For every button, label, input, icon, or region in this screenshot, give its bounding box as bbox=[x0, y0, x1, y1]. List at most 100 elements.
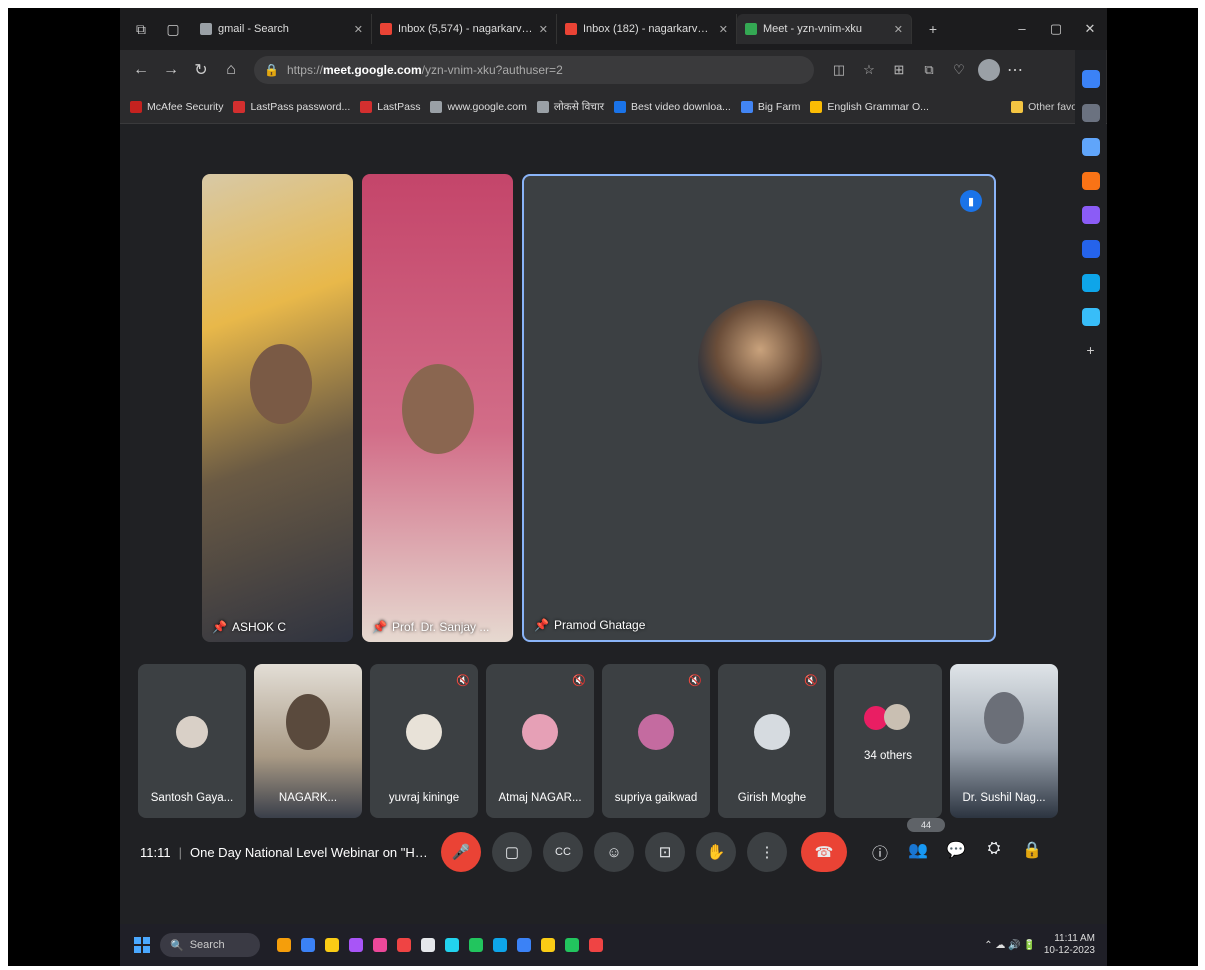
taskbar-search[interactable]: 🔍 Search bbox=[160, 933, 260, 957]
favorites-icon[interactable]: ☆ bbox=[854, 62, 884, 78]
pin-icon[interactable]: 📌 bbox=[534, 618, 549, 632]
video-tile-pramod[interactable]: ▮ 📌 Pramod Ghatage bbox=[522, 174, 996, 642]
games-icon[interactable] bbox=[1081, 172, 1100, 190]
captions-button[interactable]: CC bbox=[543, 832, 583, 872]
page-icon bbox=[536, 100, 549, 113]
app-icon[interactable] bbox=[325, 938, 339, 952]
split-screen-icon[interactable]: ◫ bbox=[824, 62, 854, 78]
chrome-icon[interactable] bbox=[589, 938, 603, 952]
tab-inbox-1[interactable]: Inbox (5,574) - nagarkarvandu@... ✕ bbox=[372, 14, 557, 44]
meet-stage: 📌 ASHOK C 📌 Prof. Dr. Sanjay ... ▮ 📌 Pramod… bbox=[120, 124, 1075, 966]
leave-call-button[interactable]: ☎ bbox=[801, 832, 847, 872]
favorites-bar: McAfee Security LastPass password... Las… bbox=[120, 90, 1107, 124]
raise-hand-button[interactable]: ✋ bbox=[696, 832, 736, 872]
add-icon[interactable]: + bbox=[1082, 342, 1100, 360]
favorite-item[interactable]: Best video downloa... bbox=[614, 100, 731, 113]
close-window-icon[interactable]: ✕ bbox=[1073, 21, 1107, 37]
participant-tile[interactable]: 🔇 Girish Moghe bbox=[718, 664, 826, 818]
app-icon[interactable] bbox=[397, 938, 411, 952]
taskbar: 🔍 Search ⌃ ☁ 🔊 🔋 11:11 AM 10-12-2023 bbox=[120, 924, 1107, 966]
tools-icon[interactable] bbox=[1081, 138, 1100, 156]
close-icon[interactable]: ✕ bbox=[894, 23, 903, 36]
participant-tile[interactable]: 🔇 supriya gaikwad bbox=[602, 664, 710, 818]
meeting-details-icon[interactable]: ⓘ bbox=[861, 840, 899, 864]
favorite-item[interactable]: English Grammar O... bbox=[810, 100, 929, 113]
activities-icon[interactable]: ⛭ bbox=[975, 840, 1013, 864]
collections-icon[interactable]: ⊞ bbox=[884, 62, 914, 78]
app-icon[interactable] bbox=[373, 938, 387, 952]
tab-actions-icon[interactable]: ▢ bbox=[162, 18, 184, 40]
app-icon[interactable] bbox=[301, 938, 315, 952]
edge-icon[interactable] bbox=[493, 938, 507, 952]
close-icon[interactable]: ✕ bbox=[354, 23, 363, 36]
browser-essentials-icon[interactable]: ♡ bbox=[944, 62, 974, 78]
workspaces-icon[interactable]: ⧉ bbox=[130, 18, 152, 40]
copilot-icon[interactable] bbox=[1081, 70, 1100, 88]
office-icon[interactable] bbox=[1081, 206, 1100, 224]
home-icon[interactable]: ⌂ bbox=[216, 61, 246, 79]
tab-gmail-search[interactable]: gmail - Search ✕ bbox=[192, 14, 372, 44]
right-controls: ⓘ 👥 44 💬 ⛭ 🔒 bbox=[861, 818, 1051, 864]
participant-tile[interactable]: NAGARK... bbox=[254, 664, 362, 818]
app-icon[interactable] bbox=[421, 938, 435, 952]
windows-start-icon[interactable] bbox=[134, 937, 150, 953]
emoji-reaction-button[interactable]: ☺ bbox=[594, 832, 634, 872]
search-favicon-icon bbox=[200, 23, 212, 35]
address-input[interactable]: 🔒 https:// meet.google.com /yzn-vnim-xku… bbox=[254, 56, 814, 84]
favorite-item[interactable]: McAfee Security bbox=[130, 100, 223, 113]
refresh-icon[interactable]: ↻ bbox=[186, 60, 216, 80]
avatar bbox=[522, 714, 558, 750]
people-icon[interactable]: 👥 44 bbox=[899, 818, 945, 864]
tab-meet[interactable]: Meet - yzn-vnim-xku ✕ bbox=[737, 14, 912, 44]
lastpass-icon bbox=[233, 100, 246, 113]
video-tile-sanjay[interactable]: 📌 Prof. Dr. Sanjay ... bbox=[362, 174, 513, 642]
participant-tile[interactable]: 🔇 Atmaj NAGAR... bbox=[486, 664, 594, 818]
search-icon[interactable] bbox=[1081, 104, 1100, 122]
outlook-icon[interactable] bbox=[1081, 240, 1100, 258]
close-icon[interactable]: ✕ bbox=[719, 23, 728, 36]
extensions-icon[interactable]: ⧉ bbox=[914, 62, 944, 78]
forward-icon[interactable]: → bbox=[156, 61, 186, 79]
favorite-item[interactable]: लोकसे विचार bbox=[536, 100, 604, 114]
favorite-item[interactable]: Big Farm bbox=[740, 100, 800, 113]
avatar bbox=[406, 714, 442, 750]
more-options-button[interactable]: ⋮ bbox=[747, 832, 787, 872]
page-icon bbox=[430, 100, 443, 113]
app-icon[interactable] bbox=[277, 938, 291, 952]
drop-icon[interactable] bbox=[1081, 274, 1100, 292]
microphone-toggle-button[interactable]: 🎤 bbox=[441, 832, 481, 872]
close-icon[interactable]: ✕ bbox=[539, 23, 548, 36]
app-icon[interactable] bbox=[565, 938, 579, 952]
pin-icon[interactable]: 📌 bbox=[212, 620, 227, 634]
folder-icon bbox=[1011, 100, 1024, 113]
app-icon[interactable] bbox=[445, 938, 459, 952]
host-controls-icon[interactable]: 🔒 bbox=[1013, 840, 1051, 864]
profile-avatar[interactable] bbox=[978, 59, 1000, 81]
telegram-icon[interactable] bbox=[1081, 308, 1100, 326]
tray-icons[interactable]: ⌃ ☁ 🔊 🔋 bbox=[984, 940, 1036, 951]
maximize-icon[interactable]: ▢ bbox=[1039, 21, 1073, 37]
app-icon[interactable] bbox=[349, 938, 363, 952]
pin-icon[interactable]: 📌 bbox=[372, 620, 387, 634]
participant-tile[interactable]: Santosh Gaya... bbox=[138, 664, 246, 818]
back-icon[interactable]: ← bbox=[126, 61, 156, 79]
new-tab-button[interactable]: + bbox=[922, 18, 944, 40]
chat-icon[interactable]: 💬 bbox=[937, 840, 975, 864]
video-tile-ashok[interactable]: 📌 ASHOK C bbox=[202, 174, 353, 642]
present-button[interactable]: ⊡ bbox=[645, 832, 685, 872]
participant-count-badge: 44 bbox=[907, 818, 945, 832]
more-icon[interactable]: ⋯ bbox=[1000, 60, 1030, 80]
folder-icon[interactable] bbox=[541, 938, 555, 952]
others-tile[interactable]: 34 others bbox=[834, 664, 942, 818]
favorite-item[interactable]: LastPass password... bbox=[233, 100, 350, 113]
minimize-icon[interactable]: – bbox=[1005, 21, 1039, 37]
app-icon[interactable] bbox=[517, 938, 531, 952]
clock[interactable]: 11:11 AM 10-12-2023 bbox=[1044, 933, 1095, 957]
app-icon[interactable] bbox=[469, 938, 483, 952]
favorite-item[interactable]: LastPass bbox=[360, 100, 420, 113]
camera-toggle-button[interactable]: ▢ bbox=[492, 832, 532, 872]
participant-tile[interactable]: 🔇 yuvraj kininge bbox=[370, 664, 478, 818]
participant-tile[interactable]: Dr. Sushil Nag... bbox=[950, 664, 1058, 818]
favorite-item[interactable]: www.google.com bbox=[430, 100, 527, 113]
tab-inbox-2[interactable]: Inbox (182) - nagarkarv@gmail... ✕ bbox=[557, 14, 737, 44]
